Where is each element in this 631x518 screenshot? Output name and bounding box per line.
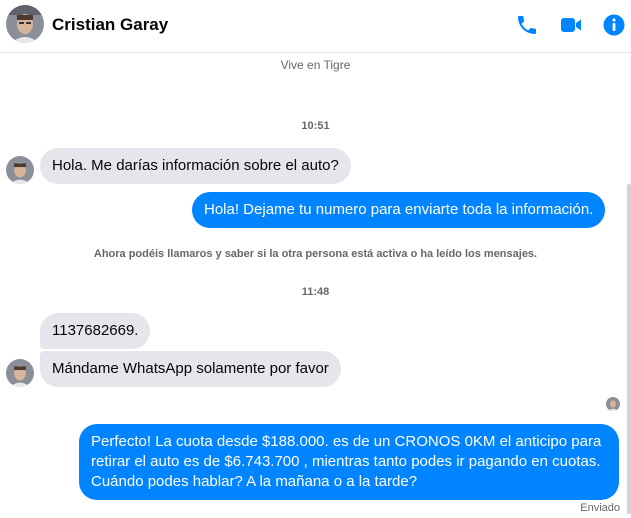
phone-icon[interactable] <box>515 13 539 37</box>
timestamp: 10:51 <box>301 120 330 132</box>
contact-name[interactable]: Cristian Garay <box>52 15 168 35</box>
message-bubble-incoming[interactable]: 1137682669. <box>40 313 151 349</box>
message-bubble-incoming[interactable]: Hola. Me darías información sobre el aut… <box>40 148 351 184</box>
contact-subtitle: Vive en Tigre <box>280 58 351 72</box>
chat-header: Cristian Garay <box>0 0 631 53</box>
video-icon[interactable] <box>559 13 583 37</box>
scrollbar[interactable] <box>627 184 631 514</box>
contact-avatar-small <box>6 156 34 184</box>
message-bubble-outgoing[interactable]: Perfecto! La cuota desde $188.000. es de… <box>79 424 619 500</box>
contact-avatar[interactable] <box>6 5 44 43</box>
contact-avatar-small <box>6 359 34 387</box>
timestamp: 11:48 <box>301 286 330 298</box>
system-notice: Ahora podéis llamaros y saber si la otra… <box>93 248 538 260</box>
message-bubble-incoming[interactable]: Mándame WhatsApp solamente por favor <box>40 351 341 387</box>
message-status: Enviado <box>580 502 620 514</box>
info-icon[interactable] <box>602 13 626 37</box>
message-bubble-outgoing[interactable]: Hola! Dejame tu numero para enviarte tod… <box>192 192 606 228</box>
seen-indicator-avatar <box>606 397 620 411</box>
